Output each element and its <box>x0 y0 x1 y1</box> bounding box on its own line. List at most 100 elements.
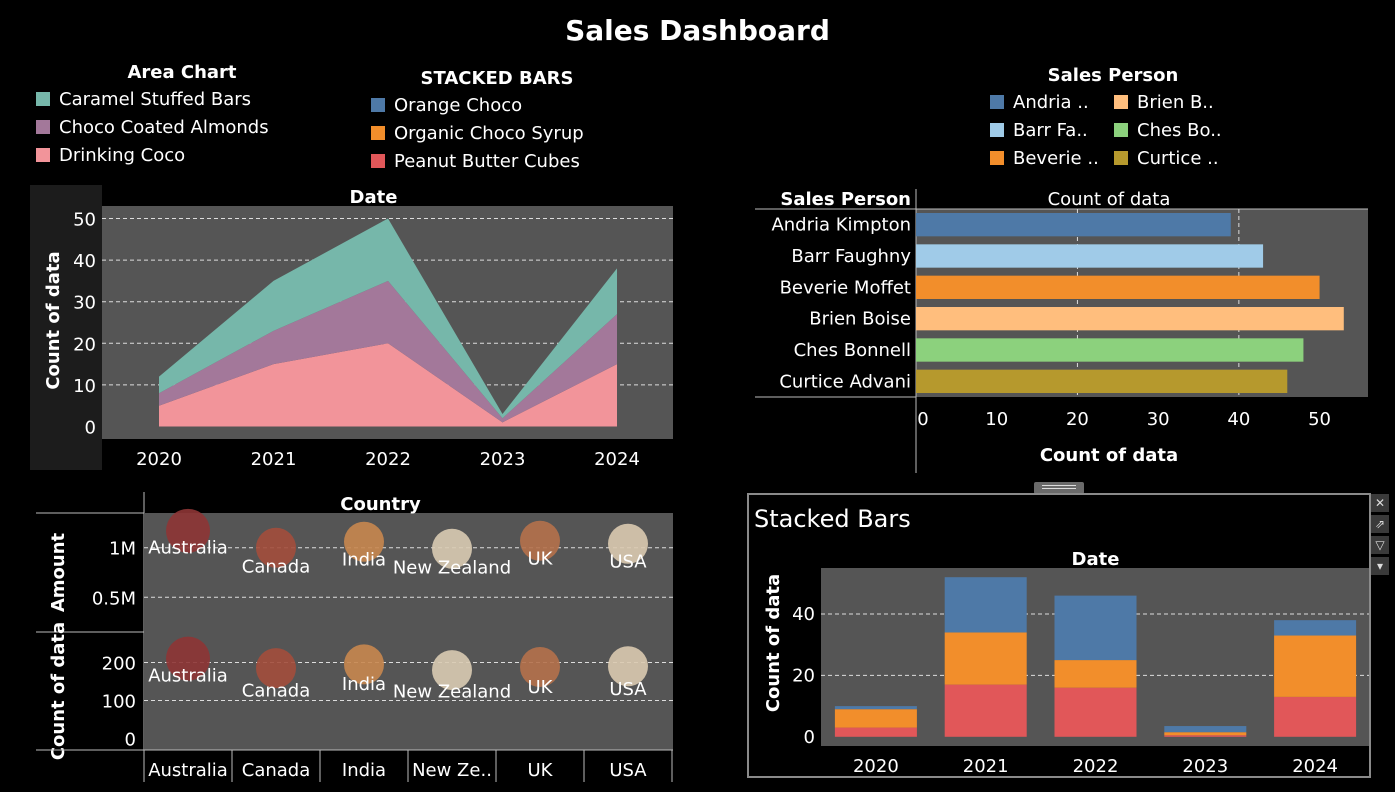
stacked-bar-segment <box>1274 696 1357 737</box>
category-label: Beverie Moffet <box>780 277 911 298</box>
legend-label: Curtice .. <box>1137 147 1219 169</box>
legend-label: Orange Choco <box>394 94 523 116</box>
y-tick-label: 40 <box>792 604 815 625</box>
y-axis-label: Amount <box>48 532 69 612</box>
legend-swatch <box>36 148 50 162</box>
stacked-bar-segment <box>834 709 917 728</box>
stacked-bar-segment <box>834 727 917 737</box>
sales-person-legend: Sales Person Andria .. Brien B.. Barr Fa..… <box>990 65 1240 172</box>
sales-person-bar-chart: 0 10 20 30 40 50 Andria Kimpton Barr Faughny Bev… <box>755 189 1368 473</box>
mark-label: New Zealand <box>393 681 511 702</box>
stacked-bar-segment <box>1164 735 1247 737</box>
x-tick-label: Australia <box>148 760 228 781</box>
y-tick-label: 0.5M <box>92 588 136 609</box>
y-tick-label: 10 <box>73 376 96 397</box>
y-tick-label: 0 <box>125 730 136 751</box>
sales-person-legend-item[interactable]: Curtice .. <box>1114 144 1238 172</box>
stacked-bar-segment <box>944 632 1027 685</box>
legend-swatch <box>371 126 385 140</box>
y-axis-label: Count of data <box>48 622 69 760</box>
legend-swatch <box>36 92 50 106</box>
mark-label: Canada <box>242 557 311 578</box>
stacked-legend: STACKED BARS Orange Choco Organic Choco S… <box>371 68 631 175</box>
x-tick-label: 2020 <box>136 449 182 470</box>
mark-label: UK <box>528 549 554 570</box>
x-tick-label: 50 <box>1308 409 1331 430</box>
sales-person-legend-item[interactable]: Beverie .. <box>990 144 1114 172</box>
legend-label: Andria .. <box>1013 91 1089 113</box>
y-tick-label: 50 <box>73 209 96 230</box>
x-tick-label: 2024 <box>594 449 640 470</box>
legend-swatch <box>36 120 50 134</box>
stacked-bar-segment <box>1054 595 1137 661</box>
legend-label: Ches Bo.. <box>1137 119 1222 141</box>
stacked-bar-segment <box>1164 726 1247 733</box>
x-tick-label: 2022 <box>1073 756 1119 775</box>
mark-label: Australia <box>148 665 228 686</box>
area-legend: Area Chart Caramel Stuffed Bars Choco Coa… <box>36 62 336 169</box>
category-label: Brien Boise <box>809 309 911 330</box>
sales-person-legend-item[interactable]: Barr Fa.. <box>990 116 1114 144</box>
y-axis-label: Count of data <box>763 574 784 712</box>
y-tick-label: 30 <box>73 293 96 314</box>
x-axis-label: Count of data <box>1040 445 1178 466</box>
filter-icon[interactable]: ▽ <box>1371 536 1389 554</box>
category-label: Curtice Advani <box>779 371 911 392</box>
legend-swatch <box>371 154 385 168</box>
stacked-bar-segment <box>1054 660 1137 688</box>
stacked-bar-segment <box>1274 620 1357 636</box>
legend-label: Organic Choco Syrup <box>394 122 584 144</box>
area-chart: 0 10 20 30 40 50 2020 2021 2022 2023 2024 Date Count… <box>30 185 673 470</box>
x-tick-label: India <box>342 760 386 781</box>
legend-label: Caramel Stuffed Bars <box>59 88 252 110</box>
open-external-icon[interactable]: ⇗ <box>1371 515 1389 533</box>
bar <box>916 213 1231 237</box>
stacked-bar-segment <box>1164 732 1247 736</box>
chart-title: Count of data <box>1048 189 1171 210</box>
x-tick-label: 30 <box>1147 409 1170 430</box>
area-legend-item[interactable]: Caramel Stuffed Bars <box>36 85 336 113</box>
panel-controls: ✕ ⇗ ▽ ▾ <box>1371 494 1389 575</box>
area-legend-item[interactable]: Choco Coated Almonds <box>36 113 336 141</box>
stacked-bar-segment <box>1054 687 1137 737</box>
legend-label: Drinking Coco <box>59 144 186 166</box>
bar <box>916 338 1304 362</box>
mark-label: India <box>342 674 386 695</box>
stacked-bar-segment <box>944 577 1027 633</box>
sales-person-legend-item[interactable]: Brien B.. <box>1114 88 1238 116</box>
mark-label: USA <box>609 552 647 573</box>
bar <box>916 275 1320 299</box>
y-axis-label: Count of data <box>43 251 64 389</box>
legend-label: Beverie .. <box>1013 147 1099 169</box>
stacked-legend-item[interactable]: Orange Choco <box>371 91 631 119</box>
close-icon[interactable]: ✕ <box>1371 494 1389 512</box>
legend-swatch <box>1114 95 1128 109</box>
category-label: Ches Bonnell <box>794 340 911 361</box>
y-tick-label: 100 <box>102 692 136 713</box>
bar <box>916 244 1264 268</box>
legend-swatch <box>990 151 1004 165</box>
y-tick-label: 20 <box>73 334 96 355</box>
stacked-bar-segment <box>944 684 1027 737</box>
legend-swatch <box>1114 123 1128 137</box>
stacked-bars-panel: Stacked Bars 0 20 40 2020 2021 2022 2023 2024 Da… <box>747 493 1371 778</box>
stacked-bar-chart: 0 20 40 2020 2021 2022 2023 2024 Date Count of da… <box>763 549 1369 775</box>
sales-person-legend-item[interactable]: Andria .. <box>990 88 1114 116</box>
category-label: Andria Kimpton <box>771 215 911 236</box>
sales-person-legend-item[interactable]: Ches Bo.. <box>1114 116 1238 144</box>
x-tick-label: 2023 <box>480 449 526 470</box>
legend-swatch <box>1114 151 1128 165</box>
stacked-legend-item[interactable]: Peanut Butter Cubes <box>371 147 631 175</box>
y-tick-label: 1M <box>109 539 136 560</box>
mark-label: Australia <box>148 538 228 559</box>
stacked-legend-item[interactable]: Organic Choco Syrup <box>371 119 631 147</box>
x-tick-label: Canada <box>242 760 311 781</box>
more-options-icon[interactable]: ▾ <box>1371 557 1389 575</box>
legend-swatch <box>371 98 385 112</box>
category-label: Barr Faughny <box>791 246 911 267</box>
y-tick-label: 40 <box>73 251 96 272</box>
stacked-bar-segment <box>834 706 917 710</box>
stacked-bars-panel-title: Stacked Bars <box>754 505 911 533</box>
area-legend-item[interactable]: Drinking Coco <box>36 141 336 169</box>
legend-label: Brien B.. <box>1137 91 1214 113</box>
